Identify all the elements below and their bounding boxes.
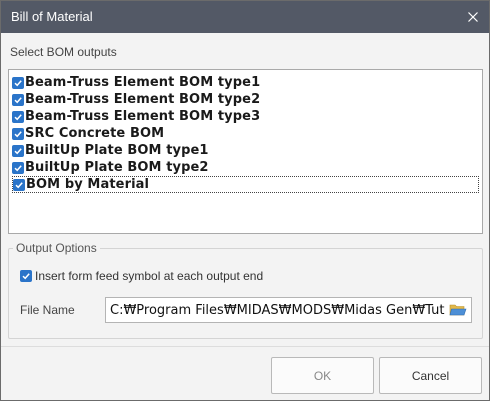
bom-item-beam-truss-type2[interactable]: Beam-Truss Element BOM type2 xyxy=(12,91,482,108)
bom-item-label: Beam-Truss Element BOM type3 xyxy=(25,109,261,124)
bom-item-label: Beam-Truss Element BOM type2 xyxy=(25,92,261,107)
folder-open-icon[interactable] xyxy=(449,302,467,318)
bom-item-checkbox[interactable] xyxy=(12,161,24,174)
file-name-label: File Name xyxy=(20,303,75,317)
checkmark-icon xyxy=(14,79,22,86)
window-title: Bill of Material xyxy=(11,9,93,24)
bom-item-label: BuiltUp Plate BOM type2 xyxy=(25,160,209,175)
checkmark-icon xyxy=(14,164,22,171)
footer-divider xyxy=(1,346,489,347)
bom-item-checkbox[interactable] xyxy=(13,178,25,191)
bom-item-beam-truss-type1[interactable]: Beam-Truss Element BOM type1 xyxy=(12,74,482,91)
bom-item-by-material[interactable]: BOM by Material xyxy=(12,176,479,193)
bom-item-beam-truss-type3[interactable]: Beam-Truss Element BOM type3 xyxy=(12,108,482,125)
output-options-group xyxy=(8,248,483,339)
form-feed-label: Insert form feed symbol at each output e… xyxy=(35,269,264,283)
cancel-button[interactable]: Cancel xyxy=(379,357,482,394)
bom-outputs-label: Select BOM outputs xyxy=(10,45,117,59)
bom-item-checkbox[interactable] xyxy=(12,127,24,140)
bom-item-checkbox[interactable] xyxy=(12,110,24,123)
bom-item-label: BuiltUp Plate BOM type1 xyxy=(25,143,209,158)
checkmark-icon xyxy=(14,147,22,154)
bill-of-material-dialog: Bill of Material Select BOM outputs Beam… xyxy=(0,0,490,401)
file-name-field[interactable]: C:₩Program Files₩MIDAS₩MODS₩Midas Gen₩Tu… xyxy=(105,297,472,323)
form-feed-checkbox[interactable] xyxy=(20,270,32,282)
bom-item-checkbox[interactable] xyxy=(12,144,24,157)
checkmark-icon xyxy=(22,273,30,280)
bom-item-checkbox[interactable] xyxy=(12,76,24,89)
output-options-title: Output Options xyxy=(13,241,100,255)
bom-item-src-concrete[interactable]: SRC Concrete BOM xyxy=(12,125,482,142)
bom-output-list[interactable]: Beam-Truss Element BOM type1 Beam-Truss … xyxy=(8,69,483,234)
bom-item-builtup-plate-type2[interactable]: BuiltUp Plate BOM type2 xyxy=(12,159,482,176)
checkmark-icon xyxy=(14,113,22,120)
form-feed-option[interactable]: Insert form feed symbol at each output e… xyxy=(20,269,263,283)
bom-item-label: SRC Concrete BOM xyxy=(25,126,165,141)
checkmark-icon xyxy=(15,181,23,188)
checkmark-icon xyxy=(14,130,22,137)
bom-item-label: Beam-Truss Element BOM type1 xyxy=(25,75,261,90)
close-icon xyxy=(468,12,478,22)
ok-button[interactable]: OK xyxy=(271,357,374,394)
bom-item-builtup-plate-type1[interactable]: BuiltUp Plate BOM type1 xyxy=(12,142,482,159)
file-name-input[interactable]: C:₩Program Files₩MIDAS₩MODS₩Midas Gen₩Tu… xyxy=(110,303,445,318)
close-button[interactable] xyxy=(461,5,485,29)
bom-item-checkbox[interactable] xyxy=(12,93,24,106)
title-bar: Bill of Material xyxy=(1,1,489,33)
checkmark-icon xyxy=(14,96,22,103)
bom-item-label: BOM by Material xyxy=(26,177,150,192)
